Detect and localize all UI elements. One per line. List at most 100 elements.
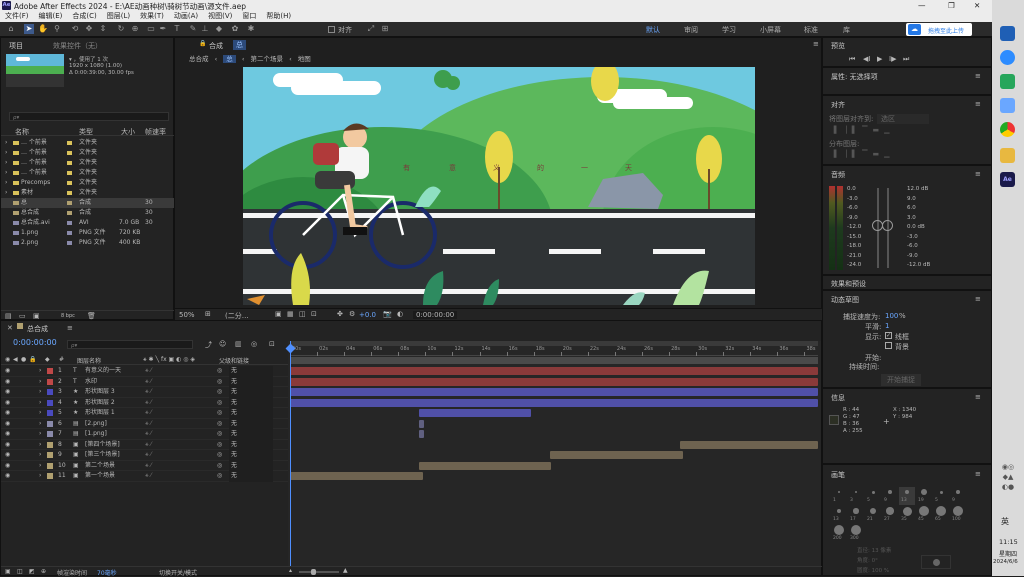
audio-menu-icon[interactable]: ≡ — [975, 170, 981, 178]
workspace-standard[interactable]: 标准 — [804, 25, 818, 35]
visibility-eye-icon[interactable]: ◉ — [5, 450, 10, 461]
layer-switches[interactable]: ⚹ ⁄ — [145, 419, 152, 430]
layer-duration-bar[interactable] — [418, 461, 552, 470]
visibility-eye-icon[interactable]: ◉ — [5, 398, 10, 409]
smoothing-value[interactable]: 1 — [885, 322, 889, 330]
pickwhip-icon[interactable]: ◎ — [217, 377, 222, 388]
twirl-icon[interactable]: › — [39, 408, 41, 419]
twirl-icon[interactable]: › — [39, 366, 41, 377]
delete-icon[interactable]: 🗑 — [87, 312, 96, 320]
project-item[interactable]: › … 个前景 文件夹 — [1, 158, 175, 168]
layer-duration-bar[interactable] — [418, 419, 425, 428]
layer-label-color[interactable] — [47, 399, 53, 406]
snap-checkbox[interactable] — [328, 26, 335, 33]
playhead[interactable] — [290, 341, 291, 566]
project-tab[interactable]: 项目 — [9, 41, 23, 51]
visibility-eye-icon[interactable]: ◉ — [5, 440, 10, 451]
layer-label-color[interactable] — [47, 368, 53, 374]
channel-icon[interactable]: ✤ — [337, 310, 343, 318]
timeline-menu-icon[interactable]: ≡ — [67, 324, 73, 332]
brush-preset[interactable]: 21 — [865, 506, 881, 524]
zoom-in-icon[interactable]: ▲ — [343, 567, 348, 574]
col-size[interactable]: 大小 — [121, 127, 135, 137]
project-item[interactable]: 总合成 合成 30 — [1, 208, 175, 218]
new-comp-icon[interactable]: ▣ — [33, 312, 40, 320]
layer-row[interactable]: ◉ › 7 ▤ [1.png] ⚹ ⁄ ◎ 无 — [1, 429, 288, 440]
project-item[interactable]: 2.png PNG 文件 400 KB — [1, 238, 175, 248]
parent-dropdown[interactable]: 无 — [229, 387, 273, 398]
zoom-tool-icon[interactable]: ⚲ — [52, 24, 62, 34]
fit-icon[interactable]: ⊞ — [205, 310, 211, 318]
project-item[interactable]: 1.png PNG 文件 720 KB — [1, 228, 175, 238]
properties-menu-icon[interactable]: ≡ — [975, 72, 981, 80]
parent-dropdown[interactable]: 无 — [229, 460, 273, 471]
layer-label-color[interactable] — [47, 431, 53, 437]
workspace-small-screen[interactable]: 小屏幕 — [760, 25, 781, 35]
twirl-icon[interactable]: › — [39, 419, 41, 430]
project-search-input[interactable]: ρ▾ — [9, 112, 169, 121]
guides-icon[interactable]: ⊡ — [311, 310, 317, 318]
menu-edit[interactable]: 编辑(E) — [34, 11, 68, 22]
last-frame-button[interactable]: ⏭ — [903, 55, 909, 64]
brush-preset[interactable]: 45 — [916, 506, 932, 524]
parent-header[interactable]: 父级和链接 — [219, 356, 249, 365]
align-to-dropdown[interactable]: 选区 — [877, 114, 929, 124]
menu-animation[interactable]: 动画(A) — [169, 11, 203, 22]
eraser-tool-icon[interactable]: ◆ — [214, 24, 224, 34]
timeline-tab[interactable]: 总合成 — [27, 324, 48, 334]
expand-icon[interactable]: › — [5, 178, 7, 188]
pickwhip-icon[interactable]: ◎ — [217, 471, 222, 482]
layer-label-color[interactable] — [47, 410, 53, 416]
capture-speed-value[interactable]: 100 — [885, 312, 898, 320]
taskbar-after-effects-icon[interactable]: Ae — [1000, 172, 1015, 187]
layer-switches[interactable]: ⚹ ⁄ — [145, 450, 152, 461]
pickwhip-icon[interactable]: ◎ — [217, 429, 222, 440]
new-folder-icon[interactable]: ▭ — [19, 312, 26, 320]
brush-preset[interactable]: 300 — [848, 525, 864, 543]
toggle-switches-icon[interactable]: ◫ — [17, 568, 23, 575]
comp-viewer[interactable]: 有 意 义 的 一 天 — [243, 67, 755, 305]
layer-name[interactable]: 水印 — [85, 377, 97, 388]
align-menu-icon[interactable]: ≡ — [975, 100, 981, 108]
project-item[interactable]: › … 个前景 文件夹 — [1, 148, 175, 158]
viewer-timecode[interactable]: 0:00:00:00 — [413, 311, 458, 319]
brush-preset[interactable]: 65 — [933, 506, 949, 524]
layer-label-color[interactable] — [47, 389, 53, 395]
layer-duration-bar[interactable] — [290, 472, 423, 480]
motion-blur-icon[interactable]: ◎ — [251, 340, 257, 348]
comp-tab-label[interactable]: 合成 — [209, 41, 223, 51]
effect-controls-tab[interactable]: 效果控件（无） — [53, 41, 102, 51]
layer-label-color[interactable] — [47, 378, 53, 385]
taskbar-app-icon[interactable] — [1000, 26, 1015, 41]
layer-name[interactable]: 第一个场景 — [85, 471, 115, 482]
brush-preset[interactable]: 1 — [831, 487, 847, 505]
draft-3d-icon[interactable]: ⤴ — [205, 340, 212, 350]
brush-preset[interactable]: 200 — [831, 525, 847, 543]
layer-row[interactable]: ◉ › 1 T 有意义的一天 ⚹ ⁄ ◎ 无 — [1, 366, 288, 377]
layer-switches[interactable]: ⚹ ⁄ — [145, 408, 152, 419]
background-checkbox[interactable] — [885, 342, 892, 349]
tray-icons[interactable]: ◉◎ ◆▲ ◐● — [996, 462, 1020, 502]
layer-name[interactable]: [2.png] — [85, 419, 107, 430]
brush-preset[interactable]: 13 — [899, 487, 915, 505]
layer-switches[interactable]: ⚹ ⁄ — [145, 429, 152, 440]
breadcrumb-main-comp[interactable]: 总合成 — [189, 55, 209, 63]
text-tool-icon[interactable]: T — [172, 24, 182, 34]
pickwhip-icon[interactable]: ◎ — [217, 398, 222, 409]
layer-row[interactable]: ◉ › 9 ▣ [第三个场景] ⚹ ⁄ ◎ 无 — [1, 450, 288, 461]
taskbar-folder-icon[interactable] — [1000, 148, 1015, 163]
show-snapshot-icon[interactable]: ◐ — [397, 310, 403, 318]
snapshot-icon[interactable]: 📷 — [383, 310, 392, 318]
layer-label-color[interactable] — [47, 420, 53, 427]
visibility-eye-icon[interactable]: ◉ — [5, 429, 10, 440]
layer-name[interactable]: [第四个场景] — [85, 440, 120, 451]
start-capture-button[interactable]: 开始捕捉 — [881, 374, 921, 386]
expand-icon[interactable]: › — [5, 148, 7, 158]
taskbar-app-icon[interactable] — [1000, 98, 1015, 113]
layer-row[interactable]: ◉ › 4 ★ 形状图层 2 ⚹ ⁄ ◎ 无 — [1, 397, 288, 409]
rectangle-tool-icon[interactable]: ▭ — [146, 24, 156, 34]
twirl-icon[interactable]: › — [39, 450, 41, 461]
toggle-transfer-icon[interactable]: ◩ — [29, 568, 35, 575]
timeline-search-input[interactable]: ρ▾ — [67, 340, 193, 349]
pickwhip-icon[interactable]: ◎ — [217, 461, 222, 472]
